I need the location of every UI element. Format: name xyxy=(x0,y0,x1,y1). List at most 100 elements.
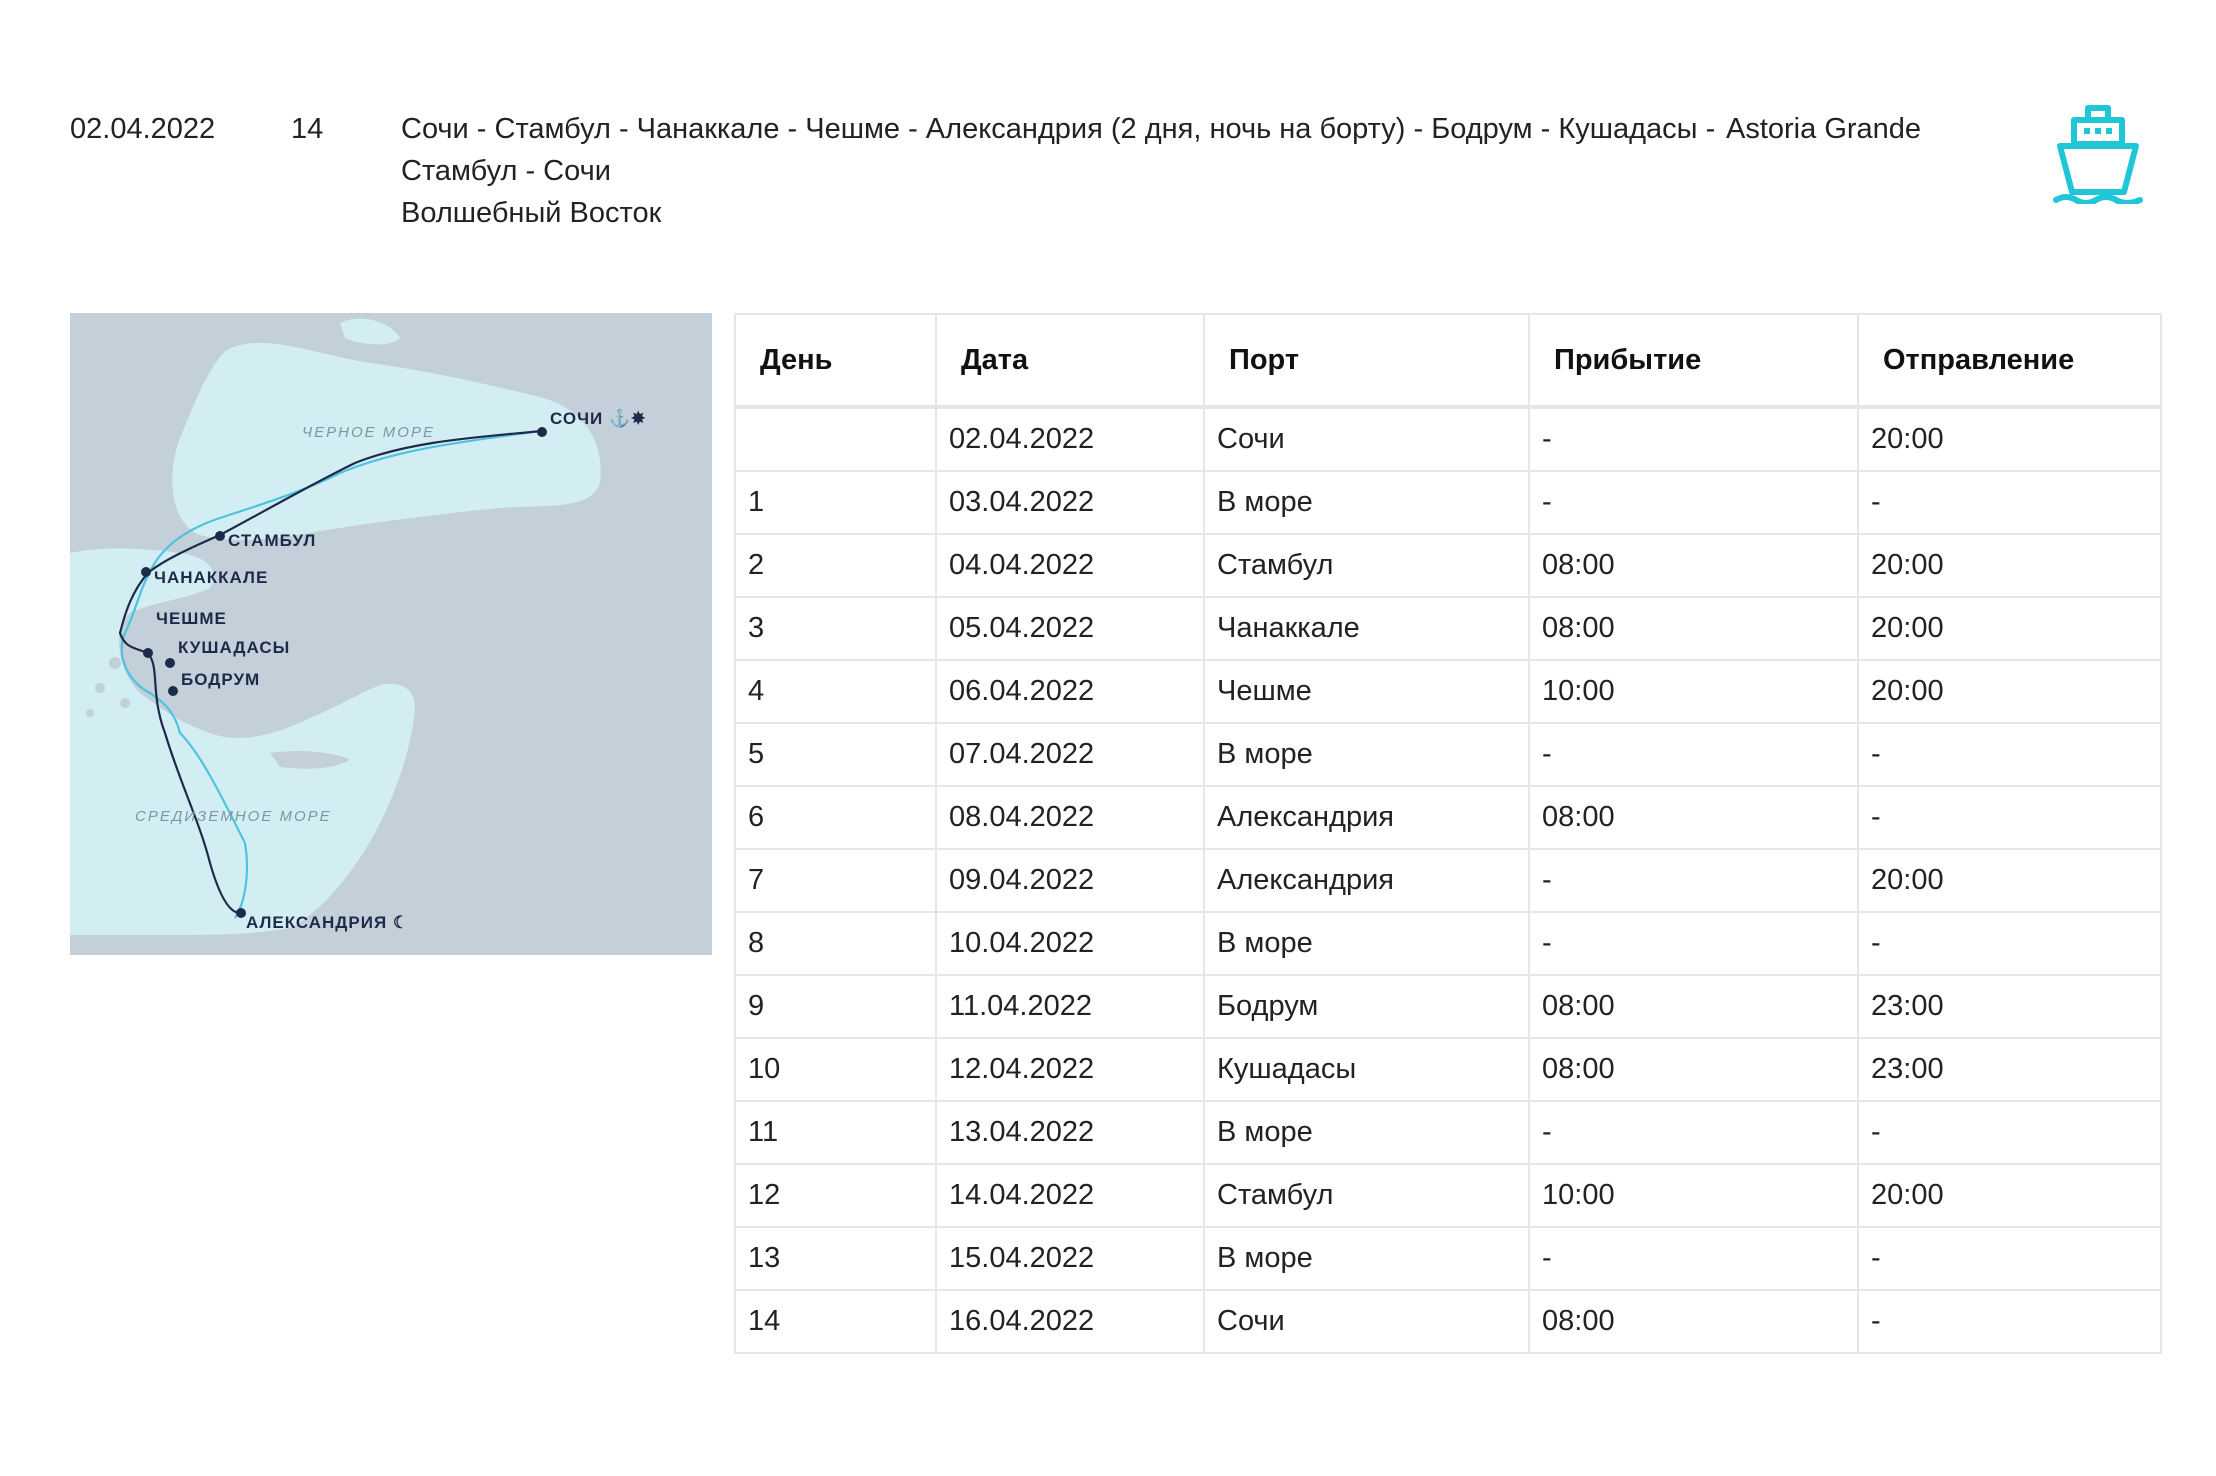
ship-icon xyxy=(2053,105,2143,204)
table-row: 4 06.04.2022 Чешме 10:00 20:00 xyxy=(734,659,2162,724)
cell-arrival: - xyxy=(1528,848,1859,913)
cell-departure: - xyxy=(1857,722,2162,787)
port-marker xyxy=(141,567,151,577)
cell-date: 08.04.2022 xyxy=(935,785,1205,850)
cell-date: 13.04.2022 xyxy=(935,1100,1205,1165)
cell-day: 10 xyxy=(734,1037,937,1102)
port-marker xyxy=(537,427,547,437)
cell-departure: 20:00 xyxy=(1857,533,2162,598)
cell-day: 4 xyxy=(734,659,937,724)
cell-arrival: - xyxy=(1528,1100,1859,1165)
cell-date: 03.04.2022 xyxy=(935,470,1205,535)
cell-day: 2 xyxy=(734,533,937,598)
cell-port: Чешме xyxy=(1203,659,1530,724)
cell-departure: 20:00 xyxy=(1857,1163,2162,1228)
cell-day: 13 xyxy=(734,1226,937,1291)
cell-port: Бодрум xyxy=(1203,974,1530,1039)
sea-label: ЧЕРНОЕ МОРЕ xyxy=(302,424,435,441)
table-row: 9 11.04.2022 Бодрум 08:00 23:00 xyxy=(734,974,2162,1039)
cell-arrival: - xyxy=(1528,722,1859,787)
port-label: СТАМБУЛ xyxy=(228,531,316,550)
table-header-row: День Дата Порт Прибытие Отправление xyxy=(734,313,2162,409)
table-row: 7 09.04.2022 Александрия -20:00 xyxy=(734,848,2162,913)
cell-date: 15.04.2022 xyxy=(935,1226,1205,1291)
cell-date: 02.04.2022 xyxy=(935,406,1205,472)
col-header-port: Порт xyxy=(1203,313,1530,409)
port-marker xyxy=(143,648,153,658)
cell-date: 09.04.2022 xyxy=(935,848,1205,913)
table-row: 3 05.04.2022 Чанаккале 08:00 20:00 xyxy=(734,596,2162,661)
port-marker xyxy=(215,531,225,541)
cell-port: В море xyxy=(1203,1226,1530,1291)
table-row: 14 16.04.2022 Сочи 08:00- xyxy=(734,1289,2162,1354)
cell-day: 7 xyxy=(734,848,937,913)
table-row: 5 07.04.2022 В море - - xyxy=(734,722,2162,787)
cell-port: Стамбул xyxy=(1203,533,1530,598)
cell-port: Александрия xyxy=(1203,848,1530,913)
cell-arrival: 08:00 xyxy=(1528,1037,1859,1102)
cell-departure: 20:00 xyxy=(1857,659,2162,724)
cell-arrival: 08:00 xyxy=(1528,785,1859,850)
cell-date: 14.04.2022 xyxy=(935,1163,1205,1228)
cell-arrival: 08:00 xyxy=(1528,974,1859,1039)
port-marker xyxy=(168,686,178,696)
cell-departure: - xyxy=(1857,911,2162,976)
table-row: 02.04.2022 Сочи -20:00 xyxy=(734,406,2162,472)
cell-port: Сочи xyxy=(1203,406,1530,472)
port-label: АЛЕКСАНДРИЯ ☾ xyxy=(246,913,409,932)
cell-date: 06.04.2022 xyxy=(935,659,1205,724)
cell-day: 6 xyxy=(734,785,937,850)
cell-date: 10.04.2022 xyxy=(935,911,1205,976)
cell-day: 1 xyxy=(734,470,937,535)
cell-arrival: - xyxy=(1528,406,1859,472)
cell-port: Кушадасы xyxy=(1203,1037,1530,1102)
port-marker xyxy=(236,908,246,918)
cell-port: В море xyxy=(1203,911,1530,976)
port-label: БОДРУМ xyxy=(181,670,260,689)
cell-departure: 20:00 xyxy=(1857,848,2162,913)
cell-day: 12 xyxy=(734,1163,937,1228)
cell-port: В море xyxy=(1203,1100,1530,1165)
cell-arrival: - xyxy=(1528,1226,1859,1291)
cell-port: Чанаккале xyxy=(1203,596,1530,661)
cell-date: 11.04.2022 xyxy=(935,974,1205,1039)
cell-date: 07.04.2022 xyxy=(935,722,1205,787)
col-header-arrival: Прибытие xyxy=(1528,313,1859,409)
col-header-departure: Отправление xyxy=(1857,313,2162,409)
cell-date: 16.04.2022 xyxy=(935,1289,1205,1354)
sea-label: СРЕДИЗЕМНОЕ МОРЕ xyxy=(135,808,332,825)
cell-departure: 23:00 xyxy=(1857,1037,2162,1102)
cell-arrival: - xyxy=(1528,470,1859,535)
cell-date: 12.04.2022 xyxy=(935,1037,1205,1102)
table-row: 12 14.04.2022 Стамбул 10:00 20:00 xyxy=(734,1163,2162,1228)
cell-date: 04.04.2022 xyxy=(935,533,1205,598)
cell-arrival: 08:00 xyxy=(1528,533,1859,598)
cell-departure: 20:00 xyxy=(1857,596,2162,661)
cell-day: 3 xyxy=(734,596,937,661)
cell-day: 8 xyxy=(734,911,937,976)
table-row: 6 08.04.2022 Александрия 08:00- xyxy=(734,785,2162,850)
cell-departure: - xyxy=(1857,1100,2162,1165)
table-row: 11 13.04.2022 В море - - xyxy=(734,1100,2162,1165)
cell-arrival: - xyxy=(1528,911,1859,976)
ship-name: Astoria Grande xyxy=(1726,113,1922,145)
cell-port: В море xyxy=(1203,722,1530,787)
cell-day: 9 xyxy=(734,974,937,1039)
itinerary-table: День Дата Порт Прибытие Отправление 02.04.20… xyxy=(734,313,2162,1354)
table-row: 13 15.04.2022 В море - - xyxy=(734,1226,2162,1291)
table-row: 1 03.04.2022 В море - - xyxy=(734,470,2162,535)
port-label: КУШАДАСЫ xyxy=(178,638,290,657)
cell-arrival: 08:00 xyxy=(1528,596,1859,661)
col-header-date: Дата xyxy=(935,313,1205,409)
cell-port: В море xyxy=(1203,470,1530,535)
col-header-day: День xyxy=(734,313,937,409)
cell-port: Александрия xyxy=(1203,785,1530,850)
cell-arrival: 08:00 xyxy=(1528,1289,1859,1354)
port-label: ЧЕШМЕ xyxy=(156,609,227,628)
cell-departure: 23:00 xyxy=(1857,974,2162,1039)
cell-arrival: 10:00 xyxy=(1528,1163,1859,1228)
route-text: Сочи - Стамбул - Чанаккале - Чешме - Але… xyxy=(401,113,1716,187)
cell-port: Сочи xyxy=(1203,1289,1530,1354)
cell-departure: 20:00 xyxy=(1857,406,2162,472)
table-row: 8 10.04.2022 В море - - xyxy=(734,911,2162,976)
